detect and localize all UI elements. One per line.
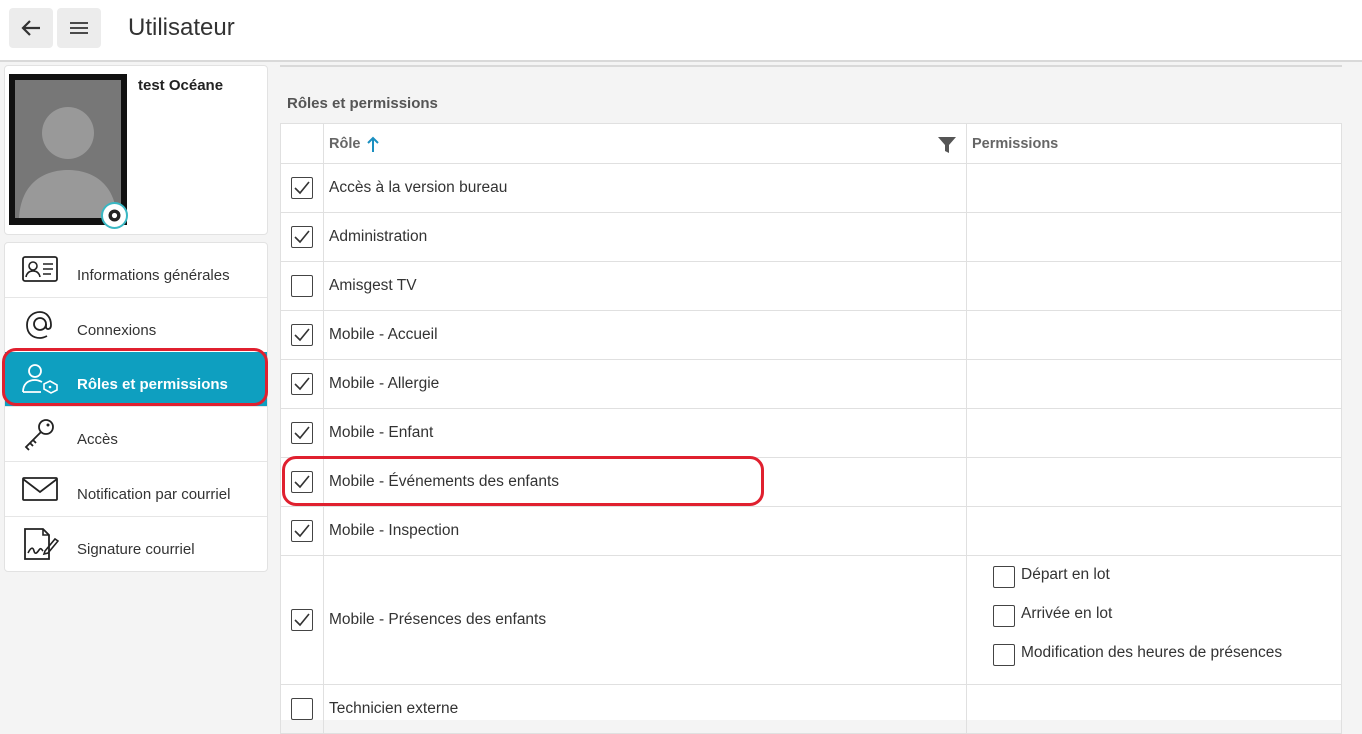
user-silhouette-icon [19,107,117,218]
signature-icon [24,528,59,560]
camera-icon[interactable] [101,202,128,229]
permission-label: Départ en lot [1021,565,1110,583]
permission-checkbox[interactable] [993,565,1015,588]
permissions-cell [966,359,1342,409]
role-label: Amisgest TV [323,261,967,311]
header-check-cell [280,123,324,164]
table-row: Mobile - Enfant [280,408,1342,458]
top-bar: Utilisateur [0,0,1362,62]
table-row: Technicien externe [280,684,1342,734]
permissions-cell [966,408,1342,458]
role-checkbox[interactable] [291,422,313,444]
filter-icon[interactable] [938,136,956,153]
key-icon [24,419,54,451]
role-checkbox[interactable] [291,324,313,346]
table-header-row: Rôle Permissions [280,123,1342,164]
role-label: Mobile - Enfant [323,408,967,458]
menu-button[interactable] [57,8,101,48]
permissions-cell [966,684,1342,734]
envelope-icon [22,477,58,501]
table-row: Mobile - Inspection [280,506,1342,556]
role-label: Accès à la version bureau [323,163,967,213]
permissions-cell [966,163,1342,213]
role-label: Mobile - Présences des enfants [323,555,967,685]
avatar[interactable] [9,74,128,229]
permission-checkbox[interactable] [993,604,1015,627]
permissions-cell [966,506,1342,556]
permission-checkbox[interactable] [993,643,1015,666]
permissions-cell [966,261,1342,311]
role-checkbox[interactable] [291,520,313,542]
role-label: Technicien externe [323,684,967,734]
table-row: Administration [280,212,1342,262]
sort-ascending-icon[interactable] [366,135,380,153]
role-label: Mobile - Accueil [323,310,967,360]
roles-table: Rôle Permissions Accès à la version bure… [280,123,1342,734]
role-label: Mobile - Inspection [323,506,967,556]
sidebar-item-label: Connexions [77,322,157,339]
page-title: Utilisateur [128,14,235,41]
sidebar-item-informations-generales[interactable]: Informations générales [5,243,267,298]
permissions-cell [966,310,1342,360]
sidebar-item-acces[interactable]: Accès [5,407,267,462]
sidebar-item-label: Notification par courriel [77,486,231,503]
role-checkbox[interactable] [291,698,313,720]
role-label: Administration [323,212,967,262]
table-row: Amisgest TV [280,261,1342,311]
sidebar-item-notification-courriel[interactable]: Notification par courriel [5,462,267,517]
role-checkbox[interactable] [291,177,313,199]
table-row: Mobile - Présences des enfants Départ en… [280,555,1342,685]
table-row: Mobile - Allergie [280,359,1342,409]
column-header-permissions: Permissions [966,123,1342,164]
arrow-left-icon [21,20,40,36]
user-name: test Océane [138,77,224,94]
header-role-cell[interactable]: Rôle [323,123,967,164]
sidebar-item-label: Signature courriel [77,541,195,558]
highlight-outline [2,348,268,406]
permissions-cell [966,212,1342,262]
back-button[interactable] [9,8,53,48]
id-card-icon [22,256,58,282]
section-header: Rôles et permissions [280,67,1342,123]
table-row: Mobile - Accueil [280,310,1342,360]
role-label: Mobile - Allergie [323,359,967,409]
hamburger-menu-icon [70,22,88,34]
sidebar-item-connexions[interactable]: Connexions [5,298,267,353]
table-row: Accès à la version bureau [280,163,1342,213]
permission-item: Modification des heures de présences [993,640,1341,679]
sidebar-item-signature-courriel[interactable]: Signature courriel [5,517,267,572]
permission-label: Modification des heures de présences [1021,643,1283,661]
permission-item: Départ en lot [993,562,1341,601]
section-title: Rôles et permissions [287,95,438,112]
role-checkbox[interactable] [291,275,313,297]
permission-item: Arrivée en lot [993,601,1341,640]
at-sign-icon [26,311,52,339]
sidebar-item-label: Accès [77,431,118,448]
permissions-cell [966,457,1342,507]
permissions-cell: Départ en lot Arrivée en lot Modificatio… [966,555,1342,685]
role-checkbox[interactable] [291,226,313,248]
column-header-role[interactable]: Rôle [329,136,360,152]
role-checkbox[interactable] [291,373,313,395]
profile-card: test Océane [4,65,268,235]
permission-label: Arrivée en lot [1021,604,1113,622]
role-checkbox[interactable] [291,609,313,631]
roles-panel: Rôles et permissions Rôle Permissions Ac… [280,65,1342,734]
sidebar-item-label: Informations générales [77,267,230,284]
sidebar-nav: Informations générales Connexions Rôles … [4,242,268,572]
highlight-outline [282,456,764,506]
